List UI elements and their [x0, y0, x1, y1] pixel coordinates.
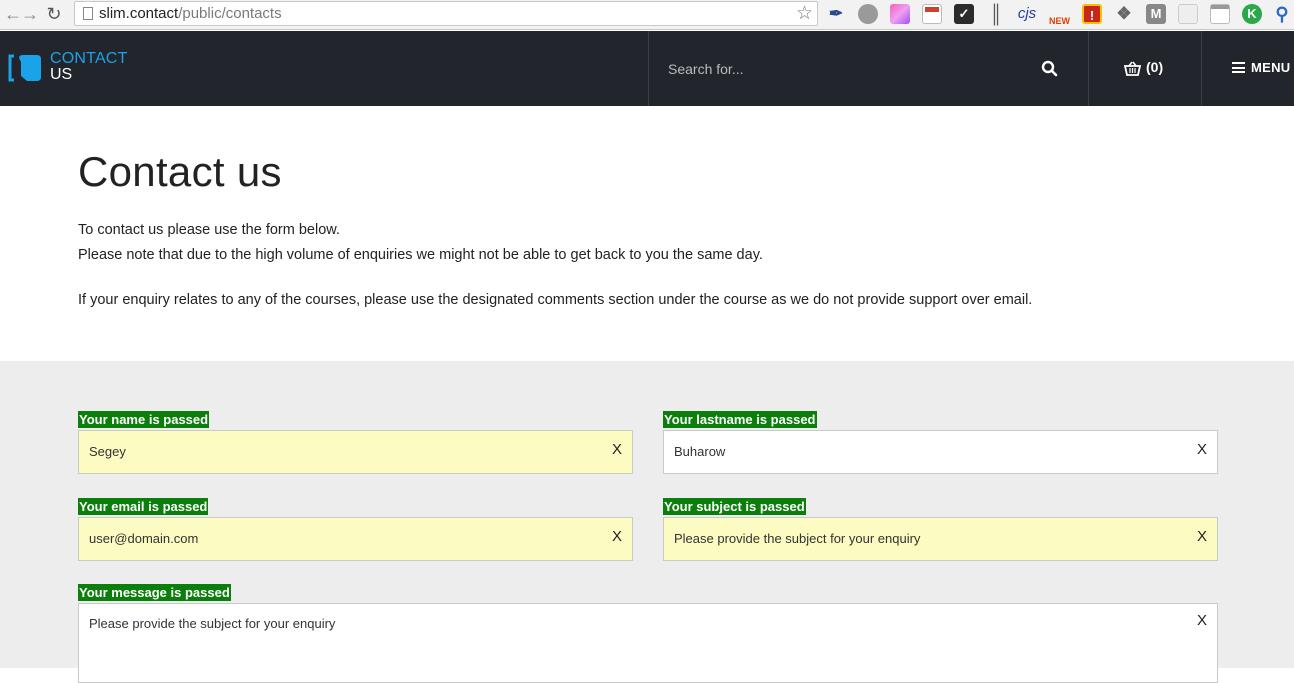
menu-button[interactable]: MENU [1232, 60, 1290, 75]
puzzle-icon[interactable]: ❖ [1114, 4, 1134, 24]
logo-line-2: US [50, 66, 73, 83]
logo-icon[interactable] [7, 52, 45, 84]
message-status-label: Your message is passed [78, 584, 231, 601]
divider [1201, 31, 1202, 106]
first-name-value: Segey [89, 444, 126, 459]
subject-value: Please provide the subject for your enqu… [674, 531, 921, 546]
intro-line: If your enquiry relates to any of the co… [78, 292, 1033, 308]
logo-text[interactable]: CONTACT US [50, 51, 128, 83]
checkmark-icon[interactable]: ✓ [954, 4, 974, 24]
subject-field[interactable]: Please provide the subject for your enqu… [663, 517, 1218, 561]
new-icon[interactable]: NEW [1049, 4, 1070, 26]
cjs-icon[interactable]: cjs [1017, 4, 1037, 24]
clear-button[interactable]: X [612, 431, 622, 469]
message-field[interactable]: Please provide the subject for your enqu… [78, 603, 1218, 683]
eyedropper-icon[interactable]: ✒ [826, 4, 846, 24]
basket-icon [1123, 61, 1142, 76]
page-icon [83, 7, 93, 20]
calendar-icon[interactable] [922, 4, 942, 24]
clear-button[interactable]: X [1197, 518, 1207, 556]
doc-icon[interactable] [1178, 4, 1198, 24]
site-header: CONTACT US (0) MENU [0, 31, 1294, 106]
reload-icon[interactable]: ↻ [43, 3, 65, 25]
bookmark-star-icon[interactable]: ☆ [796, 3, 813, 25]
cart-count: (0) [1146, 59, 1164, 75]
email-status-label: Your email is passed [78, 498, 209, 515]
cart-button[interactable]: (0) [1123, 59, 1164, 79]
clear-button[interactable]: X [1197, 612, 1207, 629]
clear-button[interactable]: X [612, 518, 622, 556]
hamburger-icon [1232, 62, 1245, 73]
name-status-label: Your name is passed [78, 411, 210, 428]
k-icon[interactable]: K [1242, 4, 1262, 24]
globe-icon[interactable] [858, 4, 878, 24]
forward-icon[interactable]: → [19, 3, 41, 25]
color-icon[interactable] [890, 4, 910, 24]
page-title: Contact us [78, 148, 282, 195]
last-name-value: Buharow [674, 444, 726, 459]
last-name-field[interactable]: Buharow X [663, 430, 1218, 474]
url-text[interactable]: slim.contact/public/contacts [99, 5, 282, 22]
m-icon[interactable]: M [1146, 4, 1166, 24]
menu-label: MENU [1251, 60, 1291, 75]
logo-line-1: CONTACT [50, 50, 128, 67]
divider [1088, 31, 1089, 106]
alert-icon[interactable]: ! [1082, 4, 1102, 24]
search-icon[interactable]: ⚲ [1272, 4, 1292, 24]
window-icon[interactable] [1210, 4, 1230, 24]
intro-line: To contact us please use the form below. [78, 222, 340, 238]
email-field[interactable]: user@domain.com X [78, 517, 633, 561]
subject-status-label: Your subject is passed [663, 498, 806, 515]
message-value: Please provide the subject for your enqu… [89, 616, 336, 631]
intro-line: Please note that due to the high volume … [78, 247, 763, 263]
search-icon[interactable] [1038, 58, 1062, 80]
browser-toolbar: ← → ↻ slim.contact/public/contacts ☆ ✒ ✓… [0, 0, 1294, 30]
lastname-status-label: Your lastname is passed [663, 411, 817, 428]
first-name-field[interactable]: Segey X [78, 430, 633, 474]
divider [648, 31, 649, 106]
email-value: user@domain.com [89, 531, 199, 546]
search-input[interactable] [660, 55, 1020, 83]
clear-button[interactable]: X [1197, 431, 1207, 469]
columns-icon[interactable]: ║ [986, 4, 1006, 24]
address-bar[interactable]: slim.contact/public/contacts ☆ [74, 1, 818, 26]
